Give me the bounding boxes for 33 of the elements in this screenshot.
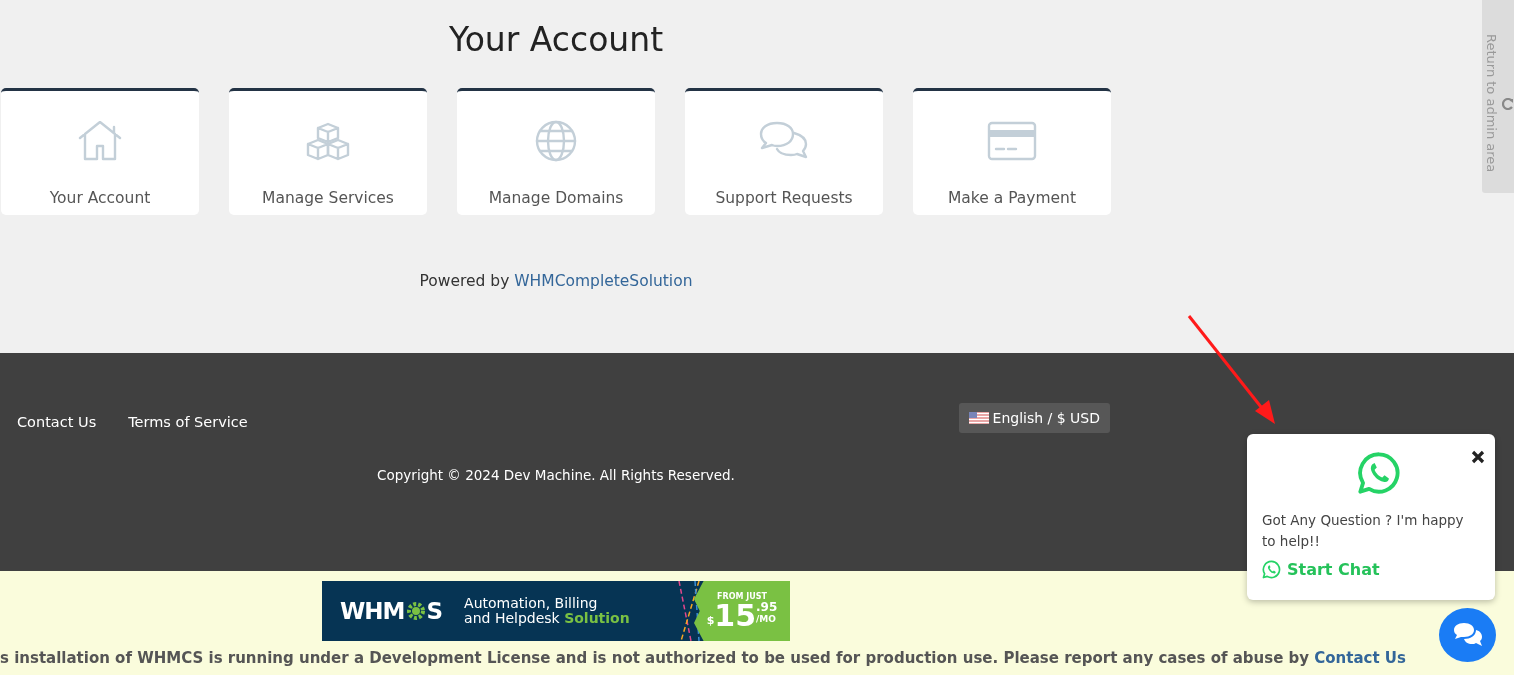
powered-by-text: Powered by	[419, 272, 510, 290]
close-icon	[1471, 450, 1485, 464]
refresh-icon	[1502, 97, 1514, 110]
whatsapp-icon	[1262, 560, 1281, 579]
ad-headline: and Helpdesk Solution	[464, 611, 630, 626]
chat-bubbles-icon	[759, 121, 809, 161]
copyright-text: Copyright © 2024 Dev Machine. All Rights Reserved.	[377, 467, 735, 483]
dashboard-tile[interactable]: Make a Payment	[913, 88, 1111, 215]
license-notice: s installation of WHMCS is running under a Development License and is not authorized to be used for production use. Please report any cases of abuse by Contact Us	[0, 649, 1406, 667]
dashboard-tile[interactable]: Your Account	[1, 88, 199, 215]
price-caption: FROM JUST	[717, 591, 767, 601]
dashboard-tile[interactable]: Manage Services	[229, 88, 427, 215]
gear-icon	[404, 600, 427, 622]
dashboard-tile[interactable]: Manage Domains	[457, 88, 655, 215]
dashboard-tile[interactable]: Support Requests	[685, 88, 883, 215]
flag-icon	[968, 412, 989, 424]
home-icon	[78, 121, 122, 161]
credit-card-icon	[987, 121, 1037, 161]
chat-bubbles-icon	[1452, 622, 1483, 648]
dashed-lines-drawing	[677, 581, 701, 641]
whatsapp-icon	[1357, 451, 1401, 495]
chat-message: Got Any Question ? I'm happy to help!!	[1262, 511, 1465, 551]
cubes-icon	[306, 121, 350, 161]
vendor-link[interactable]: WHMCompleteSolution	[514, 272, 693, 290]
language-currency-button[interactable]: English / $ USD	[958, 403, 1110, 433]
footer-link[interactable]: Terms of Service	[128, 414, 248, 430]
contact-link[interactable]: Contact Us	[1314, 649, 1406, 667]
globe-icon	[534, 119, 578, 163]
logo-text: S	[426, 598, 443, 624]
ad-headline: Automation, Billing	[464, 596, 599, 611]
logo-text: WHM	[340, 598, 405, 624]
footer-link[interactable]: Contact Us	[17, 414, 97, 430]
page-title: Your Account	[448, 20, 664, 59]
